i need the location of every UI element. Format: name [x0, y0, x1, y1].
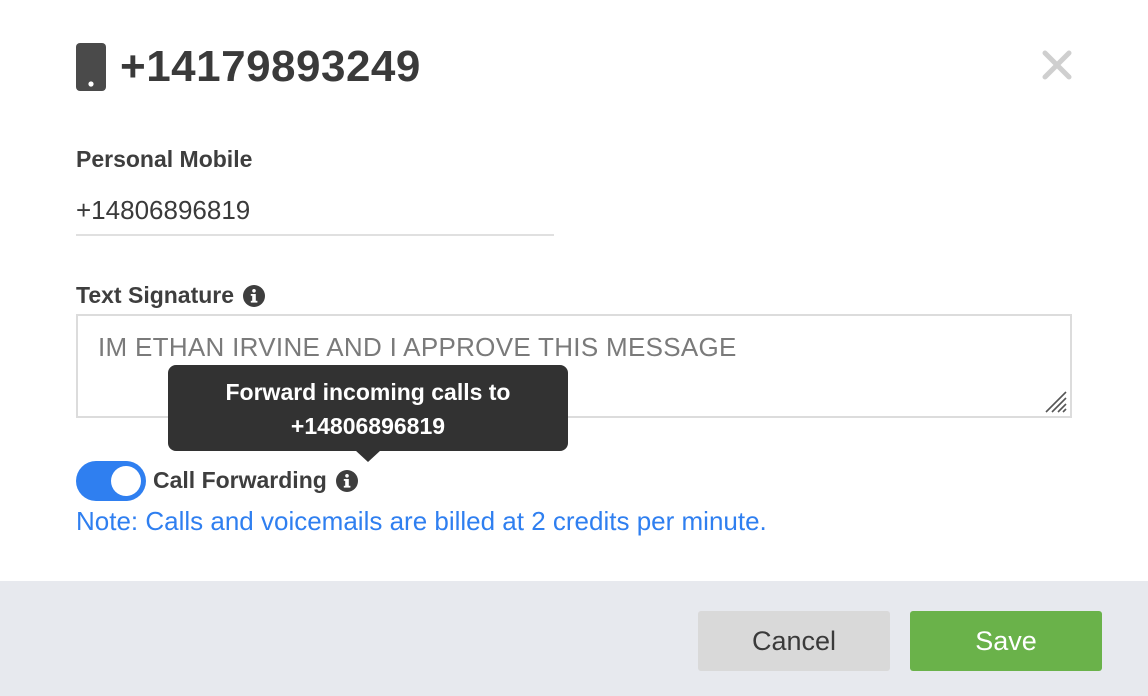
tooltip-line-2: +14806896819 [290, 413, 446, 439]
dialog-footer: Cancel Save [0, 581, 1148, 696]
call-forwarding-toggle[interactable] [76, 461, 146, 501]
info-icon[interactable] [242, 284, 266, 308]
text-signature-label-row: Text Signature [76, 282, 266, 309]
dialog-header: +14179893249 [76, 42, 421, 92]
resize-handle-icon[interactable] [1042, 388, 1068, 414]
close-icon[interactable] [1040, 48, 1074, 82]
tooltip-arrow [355, 450, 381, 462]
call-forwarding-label: Call Forwarding [153, 467, 327, 493]
call-forwarding-tooltip: Forward incoming calls to +14806896819 [168, 365, 568, 451]
text-signature-value: IM ETHAN IRVINE AND I APPROVE THIS MESSA… [98, 332, 737, 362]
save-button[interactable]: Save [910, 611, 1102, 671]
call-forwarding-label-row: Call Forwarding [153, 467, 359, 494]
personal-mobile-label: Personal Mobile [76, 146, 253, 172]
dialog-title: +14179893249 [120, 42, 421, 91]
personal-mobile-input[interactable] [76, 186, 554, 236]
billing-note: Note: Calls and voicemails are billed at… [76, 506, 767, 536]
info-icon[interactable] [335, 469, 359, 493]
cancel-button[interactable]: Cancel [698, 611, 890, 671]
text-signature-label: Text Signature [76, 282, 235, 308]
tooltip-line-1: Forward incoming calls to [225, 379, 511, 405]
toggle-knob [111, 466, 141, 496]
mobile-phone-icon [76, 43, 106, 91]
